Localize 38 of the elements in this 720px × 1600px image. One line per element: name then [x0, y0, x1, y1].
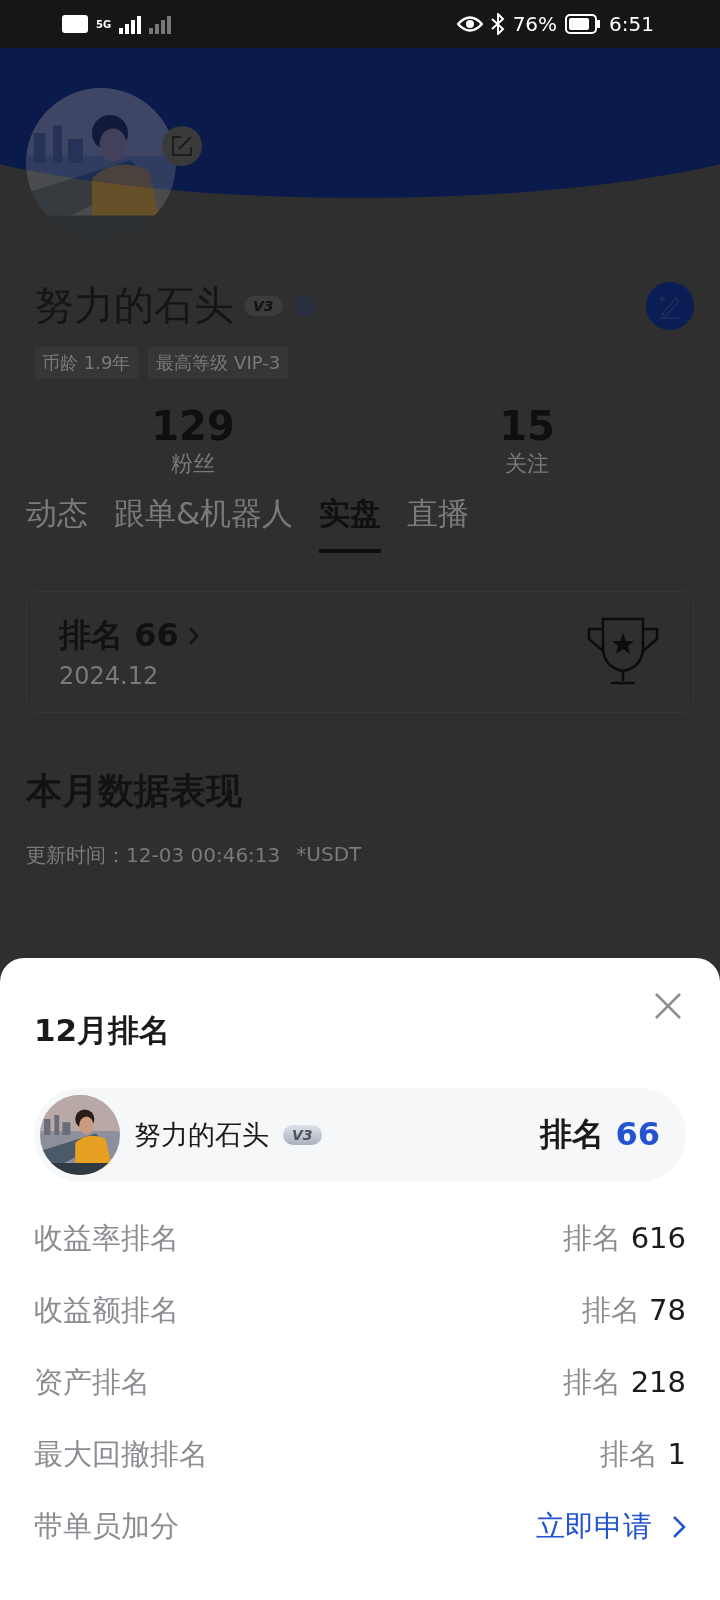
- battery-percent: 76%: [512, 12, 558, 36]
- rank-label: 收益额排名: [34, 1292, 179, 1329]
- trophy-icon: [585, 617, 661, 687]
- rank-label: 最大回撤排名: [34, 1436, 208, 1473]
- battery-icon: [565, 14, 602, 34]
- level-badge: V3: [283, 1125, 322, 1145]
- currency-unit: *USDT: [296, 842, 362, 868]
- rank-label: 带单员加分: [34, 1508, 179, 1545]
- write-button[interactable]: [646, 281, 694, 330]
- rank-period: 2024.12: [59, 662, 160, 690]
- sheet-title: 12月排名: [34, 1011, 171, 1050]
- tab[interactable]: 直播: [407, 493, 470, 553]
- info-tag: 币龄 1.9年: [34, 347, 139, 379]
- rank-value: 排名 616: [563, 1220, 686, 1257]
- signal-icon: [119, 14, 142, 34]
- overall-rank: 排名 66: [540, 1114, 660, 1155]
- eye-icon: [456, 15, 483, 33]
- user-name: 努力的石头: [134, 1118, 269, 1152]
- rank-label: 资产排名: [34, 1364, 150, 1401]
- network-label: 5G: [96, 18, 112, 30]
- rank-label: 收益率排名: [34, 1220, 179, 1257]
- chevron-icon: [672, 1515, 686, 1539]
- rank-value: 排名 218: [563, 1364, 686, 1401]
- close-icon: [654, 992, 682, 1020]
- apply-link[interactable]: 立即申请: [536, 1507, 686, 1547]
- signal-icon: [149, 14, 172, 34]
- stat-label: 关注: [505, 450, 549, 478]
- update-time: 更新时间：12-03 00:46:13: [26, 842, 281, 869]
- rank-value: 排名 78: [581, 1292, 686, 1329]
- stat-label: 粉丝: [171, 450, 215, 478]
- tab[interactable]: 跟单&机器人: [114, 493, 294, 553]
- tab[interactable]: 动态: [26, 493, 88, 553]
- info-tag: 最高等级 VIP-3: [148, 347, 289, 379]
- bluetooth-icon: [490, 13, 505, 35]
- edit-icon: [171, 135, 193, 157]
- clock: 6:51: [609, 12, 654, 36]
- rank-value: 排名 1: [600, 1436, 686, 1473]
- chevron-icon: [188, 627, 199, 645]
